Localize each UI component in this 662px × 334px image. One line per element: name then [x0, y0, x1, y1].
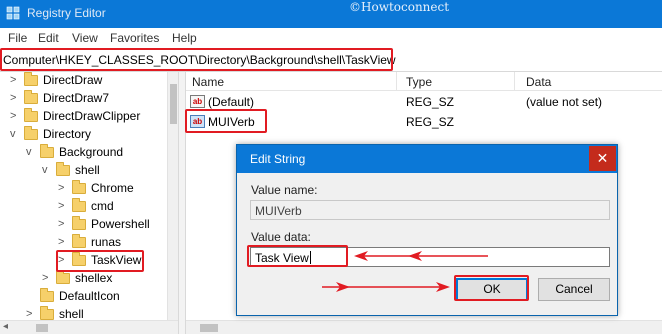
- chevron-down-icon[interactable]: v: [42, 164, 52, 176]
- folder-open-icon: [24, 126, 38, 140]
- chevron-icon[interactable]: >: [58, 218, 68, 230]
- string-value-icon: ab: [190, 95, 205, 108]
- chevron-down-icon[interactable]: v: [26, 146, 36, 158]
- tree-item-label: Chrome: [91, 181, 134, 195]
- tree-item-label: DirectDraw7: [43, 91, 110, 105]
- folder-icon: [72, 198, 86, 212]
- value-data-label: Value data:: [251, 230, 311, 244]
- muiverb-highlight-box: [185, 109, 267, 133]
- title-bar: Registry Editor ©Howtoconnect: [0, 0, 662, 28]
- menu-file[interactable]: File: [8, 31, 27, 45]
- scroll-thumb[interactable]: [36, 324, 48, 332]
- menu-view[interactable]: View: [72, 31, 98, 45]
- list-header: Name Type Data: [186, 72, 662, 91]
- tree-item-label: shell: [75, 163, 100, 177]
- folder-icon: [40, 306, 54, 320]
- folder-icon: [40, 288, 54, 302]
- tree-item-label: shellex: [75, 271, 113, 285]
- tree-item-label: Directory: [43, 127, 92, 141]
- tree-item-label: DefaultIcon: [59, 289, 120, 303]
- window-title: Registry Editor: [27, 6, 106, 20]
- value-name-field: MUIVerb: [250, 200, 610, 220]
- column-divider[interactable]: [514, 72, 515, 91]
- folder-icon: [56, 270, 70, 284]
- folder-open-icon: [40, 144, 54, 158]
- column-divider[interactable]: [396, 72, 397, 91]
- value-name-text: MUIVerb: [255, 204, 302, 218]
- registry-editor-icon: [6, 6, 20, 20]
- annotation-arrow-left-icon: [354, 251, 488, 261]
- key-tree: > DirectDraw > DirectDraw7 > DirectDrawC…: [0, 72, 178, 334]
- folder-icon: [72, 234, 86, 248]
- menu-favorites[interactable]: Favorites: [110, 31, 159, 45]
- dialog-title-bar[interactable]: Edit String ✕: [237, 145, 617, 173]
- dialog-title: Edit String: [250, 152, 306, 166]
- value-data: (value not set): [526, 95, 603, 109]
- chevron-icon[interactable]: >: [42, 272, 52, 284]
- scroll-thumb[interactable]: [170, 84, 177, 124]
- chevron-icon[interactable]: >: [58, 236, 68, 248]
- value-name-label: Value name:: [251, 183, 318, 197]
- chevron-icon[interactable]: >: [26, 308, 36, 320]
- chevron-down-icon[interactable]: v: [10, 128, 20, 140]
- scroll-thumb[interactable]: [200, 324, 218, 332]
- tree-vertical-scrollbar[interactable]: [167, 72, 178, 320]
- chevron-icon[interactable]: >: [58, 182, 68, 194]
- value-data-highlight-box: [247, 245, 348, 267]
- chevron-icon[interactable]: >: [58, 200, 68, 212]
- tree-item-label: DirectDraw: [43, 73, 103, 87]
- list-horizontal-scrollbar[interactable]: [186, 320, 662, 334]
- scroll-left-icon[interactable]: ◂: [3, 321, 8, 332]
- annotation-arrow-right-icon: [322, 282, 450, 292]
- tree-item-label: cmd: [91, 199, 114, 213]
- folder-icon: [72, 180, 86, 194]
- chevron-icon[interactable]: >: [10, 92, 20, 104]
- menu-edit[interactable]: Edit: [38, 31, 59, 45]
- value-type: REG_SZ: [406, 115, 455, 129]
- tree-item-label: shell: [59, 307, 84, 321]
- taskview-highlight-box: [56, 250, 144, 272]
- folder-open-icon: [56, 162, 70, 176]
- ok-highlight-box: [454, 275, 529, 301]
- value-type: REG_SZ: [406, 95, 455, 109]
- tree-item-label: DirectDrawClipper: [43, 109, 141, 123]
- tree-item-label: Background: [59, 145, 124, 159]
- menu-bar: File Edit View Favorites Help: [0, 28, 662, 48]
- chevron-icon[interactable]: >: [10, 74, 20, 86]
- address-highlight-box: [0, 48, 393, 71]
- tree-item-label: runas: [91, 235, 122, 249]
- tree-item-label: Powershell: [91, 217, 150, 231]
- cancel-button[interactable]: Cancel: [538, 278, 610, 301]
- watermark-text: ©Howtoconnect: [349, 0, 450, 14]
- folder-icon: [72, 216, 86, 230]
- menu-help[interactable]: Help: [172, 31, 197, 45]
- column-header-name[interactable]: Name: [192, 75, 224, 89]
- value-name: (Default): [208, 95, 255, 109]
- folder-icon: [24, 72, 38, 86]
- tree-horizontal-scrollbar[interactable]: ◂: [0, 320, 178, 334]
- folder-icon: [24, 90, 38, 104]
- column-header-type[interactable]: Type: [406, 75, 432, 89]
- folder-icon: [24, 108, 38, 122]
- close-button[interactable]: ✕: [589, 146, 616, 171]
- chevron-icon[interactable]: >: [10, 110, 20, 122]
- column-header-data[interactable]: Data: [526, 75, 551, 89]
